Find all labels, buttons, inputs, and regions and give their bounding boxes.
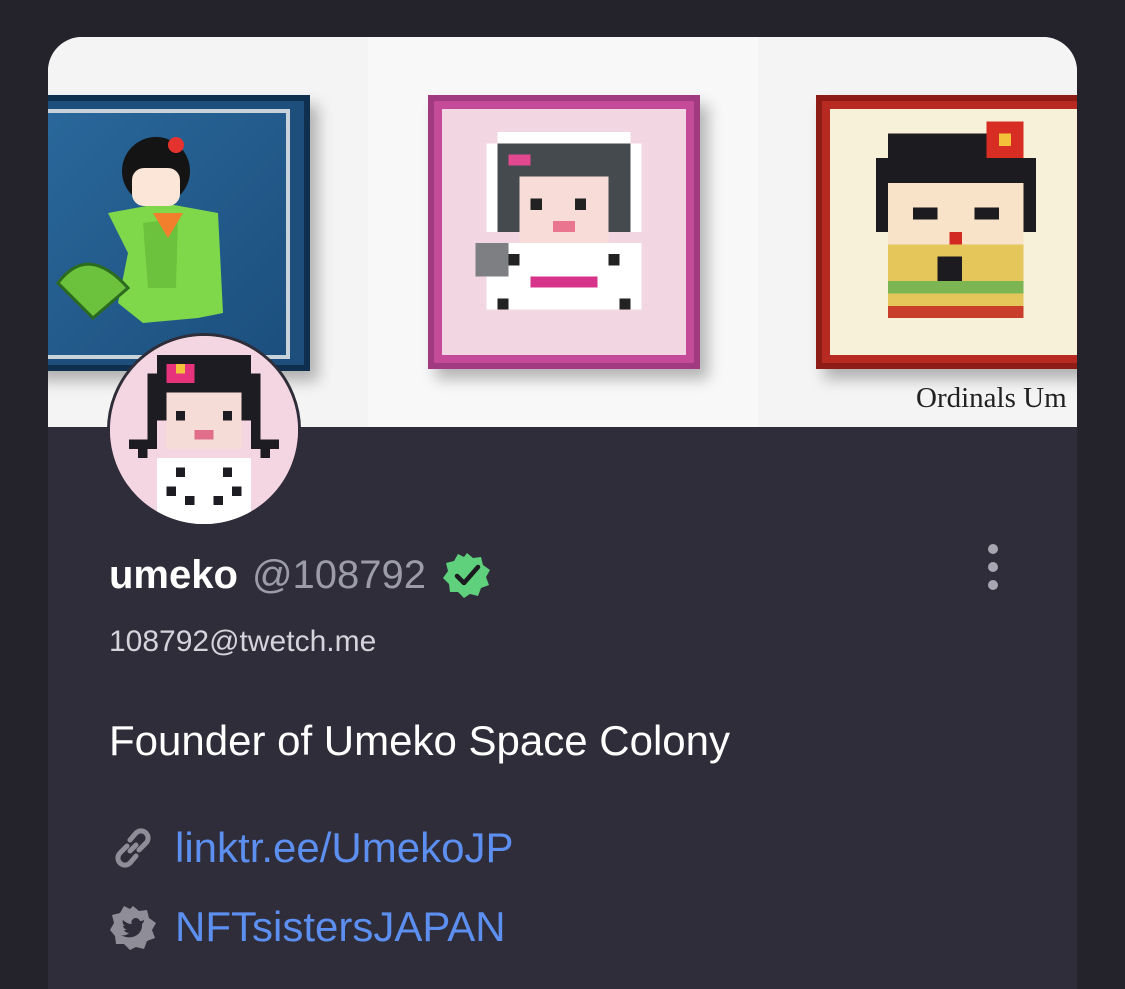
more-vertical-icon[interactable] [975,537,1011,597]
website-link[interactable]: linktr.ee/UmekoJP [175,824,513,872]
profile-bio: Founder of Umeko Space Colony [109,717,730,764]
profile-handle: @108792 [251,552,427,597]
banner-artwork-3: Ordinals Um [758,37,1077,427]
twitter-link-row: NFTsistersJAPAN [109,903,506,951]
twitter-icon [109,903,157,951]
display-name: umeko [109,552,238,597]
more-dot [988,580,998,590]
more-dot [988,562,998,572]
profile-email: 108792@twetch.me [109,625,377,658]
banner-artwork-2 [368,37,758,427]
banner-caption: Ordinals Um [916,382,1067,414]
profile-name-row: umeko @108792 [109,547,492,603]
website-link-row: linktr.ee/UmekoJP [109,824,513,872]
twitter-link[interactable]: NFTsistersJAPAN [175,903,506,951]
verified-check-icon [442,550,492,600]
profile-avatar[interactable] [107,333,301,527]
more-dot [988,544,998,554]
link-icon [109,824,157,872]
profile-card: Ordinals Um umeko @108792 108792@twetch.… [48,37,1077,989]
